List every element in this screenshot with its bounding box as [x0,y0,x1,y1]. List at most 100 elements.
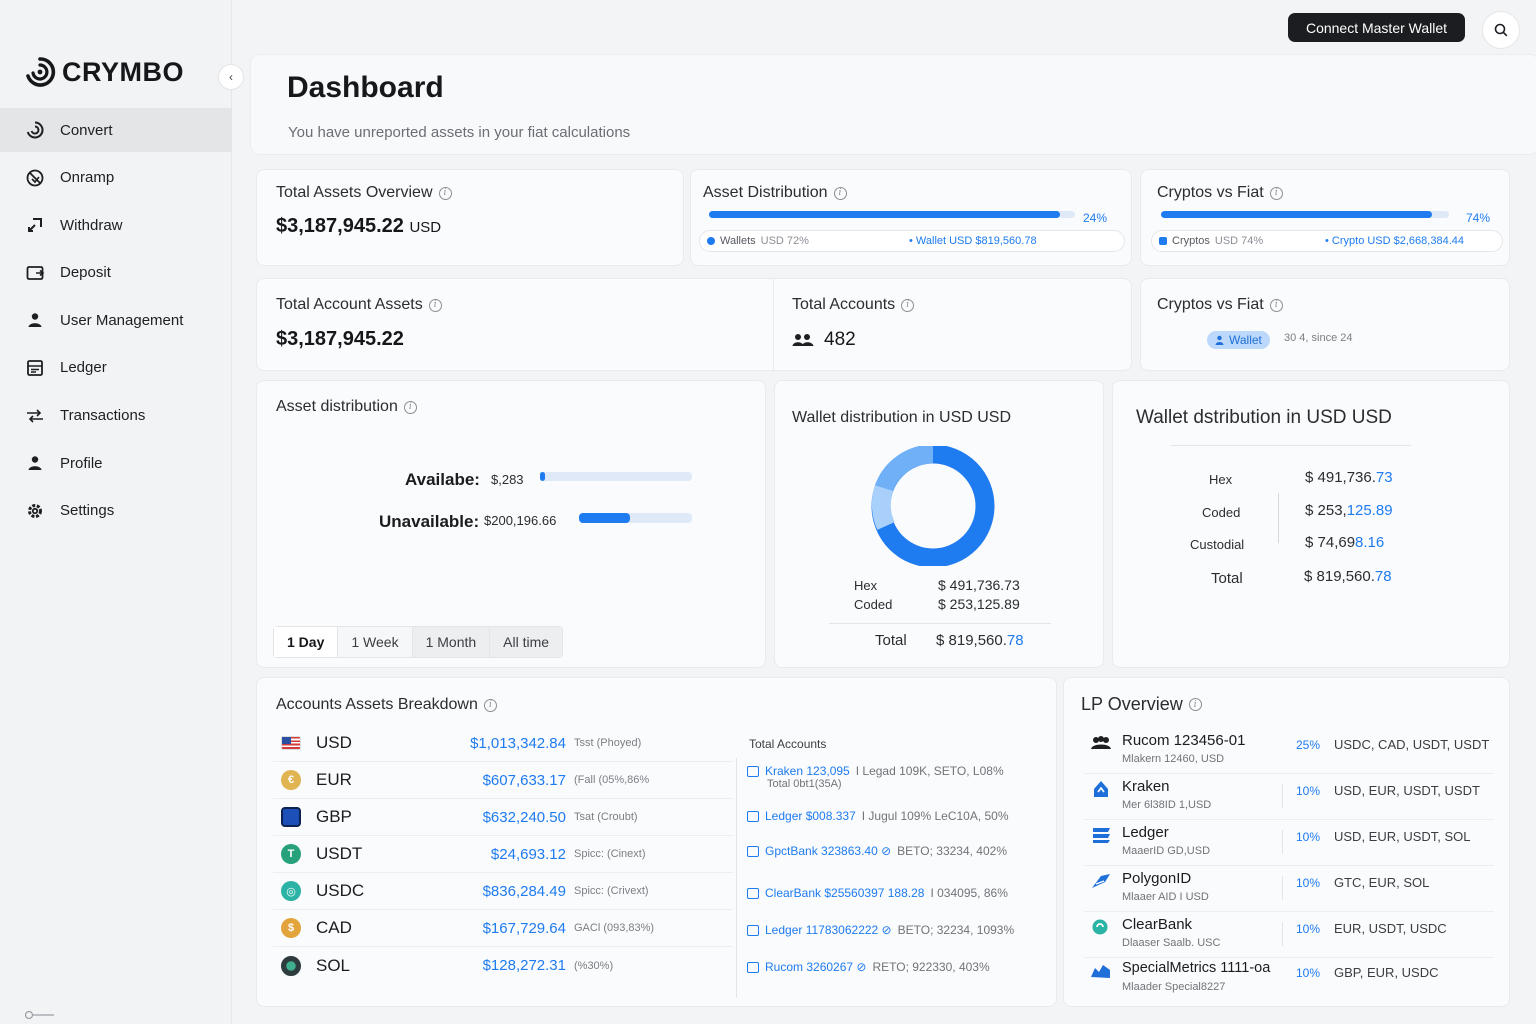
account-sub: Total 0bt1(35A) [767,778,842,790]
currency-amount: $632,240.50 [482,808,566,826]
lp-pct: 10% [1296,830,1321,844]
lp-name: SpecialMetrics 1111-oa [1122,960,1271,976]
currency-amount: $167,729.64 [482,919,566,937]
currency-amount: $24,693.12 [490,845,566,863]
sidebar-item-ledger[interactable]: Ledger [0,346,232,390]
tab-1-day[interactable]: 1 Day [274,627,339,657]
brand-logo[interactable]: CRYMBO [22,54,184,90]
currency-note: (Fall (05%,86% [574,774,650,786]
search-icon [1494,23,1508,37]
sidebar-item-onramp[interactable]: Onramp [0,156,232,200]
bank-icon [747,765,759,777]
currency-code: GBP [316,807,352,826]
collapse-sidebar-button[interactable]: ‹ [218,64,244,90]
info-icon[interactable]: i [1188,698,1202,711]
account-name: Ledger $008.337 [765,809,856,823]
donut-total-label: Total [875,632,907,649]
chevron-left-icon: ‹ [229,70,233,84]
info-icon[interactable]: i [428,298,442,312]
currency-amount: $607,633.17 [482,771,566,789]
lp-row[interactable]: SpecialMetrics 1111-oa Mlaader Special82… [1084,956,1494,1002]
wallet-badge[interactable]: Wallet [1207,331,1270,349]
table-row[interactable]: GBP $632,240.50 Tsat (Croubt) [273,799,733,836]
gear-icon [24,500,46,522]
legend-dot-icon [1159,237,1167,245]
gbp-icon [281,807,301,827]
tab-all-time[interactable]: All time [490,627,563,657]
lp-row[interactable]: Kraken Mer 6l38ID 1,USD 10% USD, EUR, US… [1084,774,1494,820]
account-entry[interactable]: Rucom 3260267 ⊘ RETO; 922330, 403% [747,960,1037,974]
lp-row[interactable]: Ledger MaaerID GD,USD 10% USD, EUR, USDT… [1084,820,1494,866]
sidebar-item-settings[interactable]: Settings [0,489,232,533]
tab-1-week[interactable]: 1 Week [338,627,413,657]
sidebar-item-withdraw[interactable]: Withdraw [0,203,232,247]
total-assets-amount: $3,187,945.22 [276,215,404,237]
divider [773,279,774,372]
deposit-icon [24,262,46,284]
sidebar-item-deposit[interactable]: Deposit [0,251,232,295]
account-entry[interactable]: ClearBank $25560397 188.28 I 034095, 86% [747,886,1037,900]
value-main: $ 491,736. [1305,469,1376,486]
sidebar-item-label: Ledger [60,359,107,377]
donut-label-coded: Coded [854,597,893,612]
card-title: Cryptos vs Fiat i [1157,184,1283,202]
account-entry[interactable]: Ledger 11783062222 ⊘ BETO; 32234, 1093% [747,923,1037,937]
sidebar-item-transactions[interactable]: Transactions [0,394,232,438]
info-icon[interactable]: i [403,400,417,414]
donut-segment-coded [875,446,934,492]
lp-currencies: USD, EUR, USDT, USDT [1334,783,1480,798]
divider [1278,493,1279,543]
lp-row[interactable]: ClearBank Dlaaser Saalb. USC 10% EUR, US… [1084,912,1494,958]
row-label-hex: Hex [1209,472,1233,487]
wallet-distribution-table-card: Wallet dstribution in USD USD Hex $ 491,… [1112,380,1510,668]
info-icon[interactable]: i [1269,186,1283,200]
lp-currencies: USDC, CAD, USDT, USDT [1334,737,1490,752]
cad-coin-icon: $ [281,918,301,938]
account-entry[interactable]: Kraken 123,095 I Legad 109K, SETO, L08% T… [747,764,1037,790]
sidebar-item-label: Onramp [60,169,115,187]
table-row[interactable]: T USDT $24,693.12 Spicc: (Cinext) [273,836,733,873]
table-row[interactable]: ◎ USDC $836,284.49 Spicc: (Crivext) [273,873,733,910]
wallet-distribution-table-title: Wallet dstribution in USD USD [1136,407,1392,428]
usdc-icon: ◎ [281,881,301,901]
total-main: $ 819,560. [1304,568,1375,585]
sidebar-item-profile[interactable]: Profile [0,441,232,485]
sidebar-item-user-management[interactable]: User Management [0,298,232,342]
info-icon[interactable]: i [483,698,497,712]
search-button[interactable] [1482,11,1520,49]
account-entry[interactable]: Ledger $008.337 I Jugul 109% LeC10A, 50% [747,809,1037,823]
breakdown-title: Accounts Assets Breakdown [276,696,478,713]
card-title: Total Assets Overview i [276,184,452,202]
value-cents: 73 [1375,469,1393,486]
sidebar-item-label: Convert [60,121,113,139]
table-row[interactable]: € EUR $607,633.17 (Fall (05%,86% [273,762,733,799]
polygon-icon [1092,874,1110,888]
divider [736,758,737,998]
donut-value-hex: $ 491,736.73 [938,577,1020,593]
info-icon[interactable]: i [1269,298,1283,312]
tab-1-month[interactable]: 1 Month [412,627,491,657]
lp-row[interactable]: PolygonID Mlaaer AID I USD 10% GTC, EUR,… [1084,866,1494,912]
info-icon[interactable]: i [438,186,452,200]
asset-distribution-panel: Asset distribution i Availabe: $,283 Unav… [256,380,766,668]
table-row[interactable]: USD $1,013,342.84 Tsst (Phoyed) [273,725,733,762]
key-icon [24,1010,54,1020]
lp-row[interactable]: Rucom 123456-01 Mlakern 12460, USD 25% U… [1084,728,1494,774]
table-row[interactable]: SOL $128,272.31 (%30%) [273,947,733,984]
legend-crypto-usd: • Crypto USD $2,668,384.44 [1325,235,1464,247]
page-title: Dashboard [287,71,444,104]
sidebar-item-convert[interactable]: Convert [0,108,232,152]
unavailable-label: Unavailable: [379,512,480,531]
table-row[interactable]: $ CAD $167,729.64 GACl (093,83%) [273,910,733,947]
info-icon[interactable]: i [833,186,847,200]
account-entry[interactable]: GpctBank 323863.40 ⊘ BETO; 33234, 402% [747,844,1037,858]
total-account-assets-title: Total Account Assets [276,296,423,313]
lp-name: ClearBank [1122,916,1193,933]
lp-pct: 10% [1296,876,1321,890]
value-main: $ 253, [1305,502,1347,519]
unavailable-bar [579,513,692,523]
bank-icon [747,924,759,936]
clearbank-icon [1092,919,1108,935]
info-icon[interactable]: i [901,298,915,312]
connect-master-wallet-button[interactable]: Connect Master Wallet [1288,13,1465,42]
